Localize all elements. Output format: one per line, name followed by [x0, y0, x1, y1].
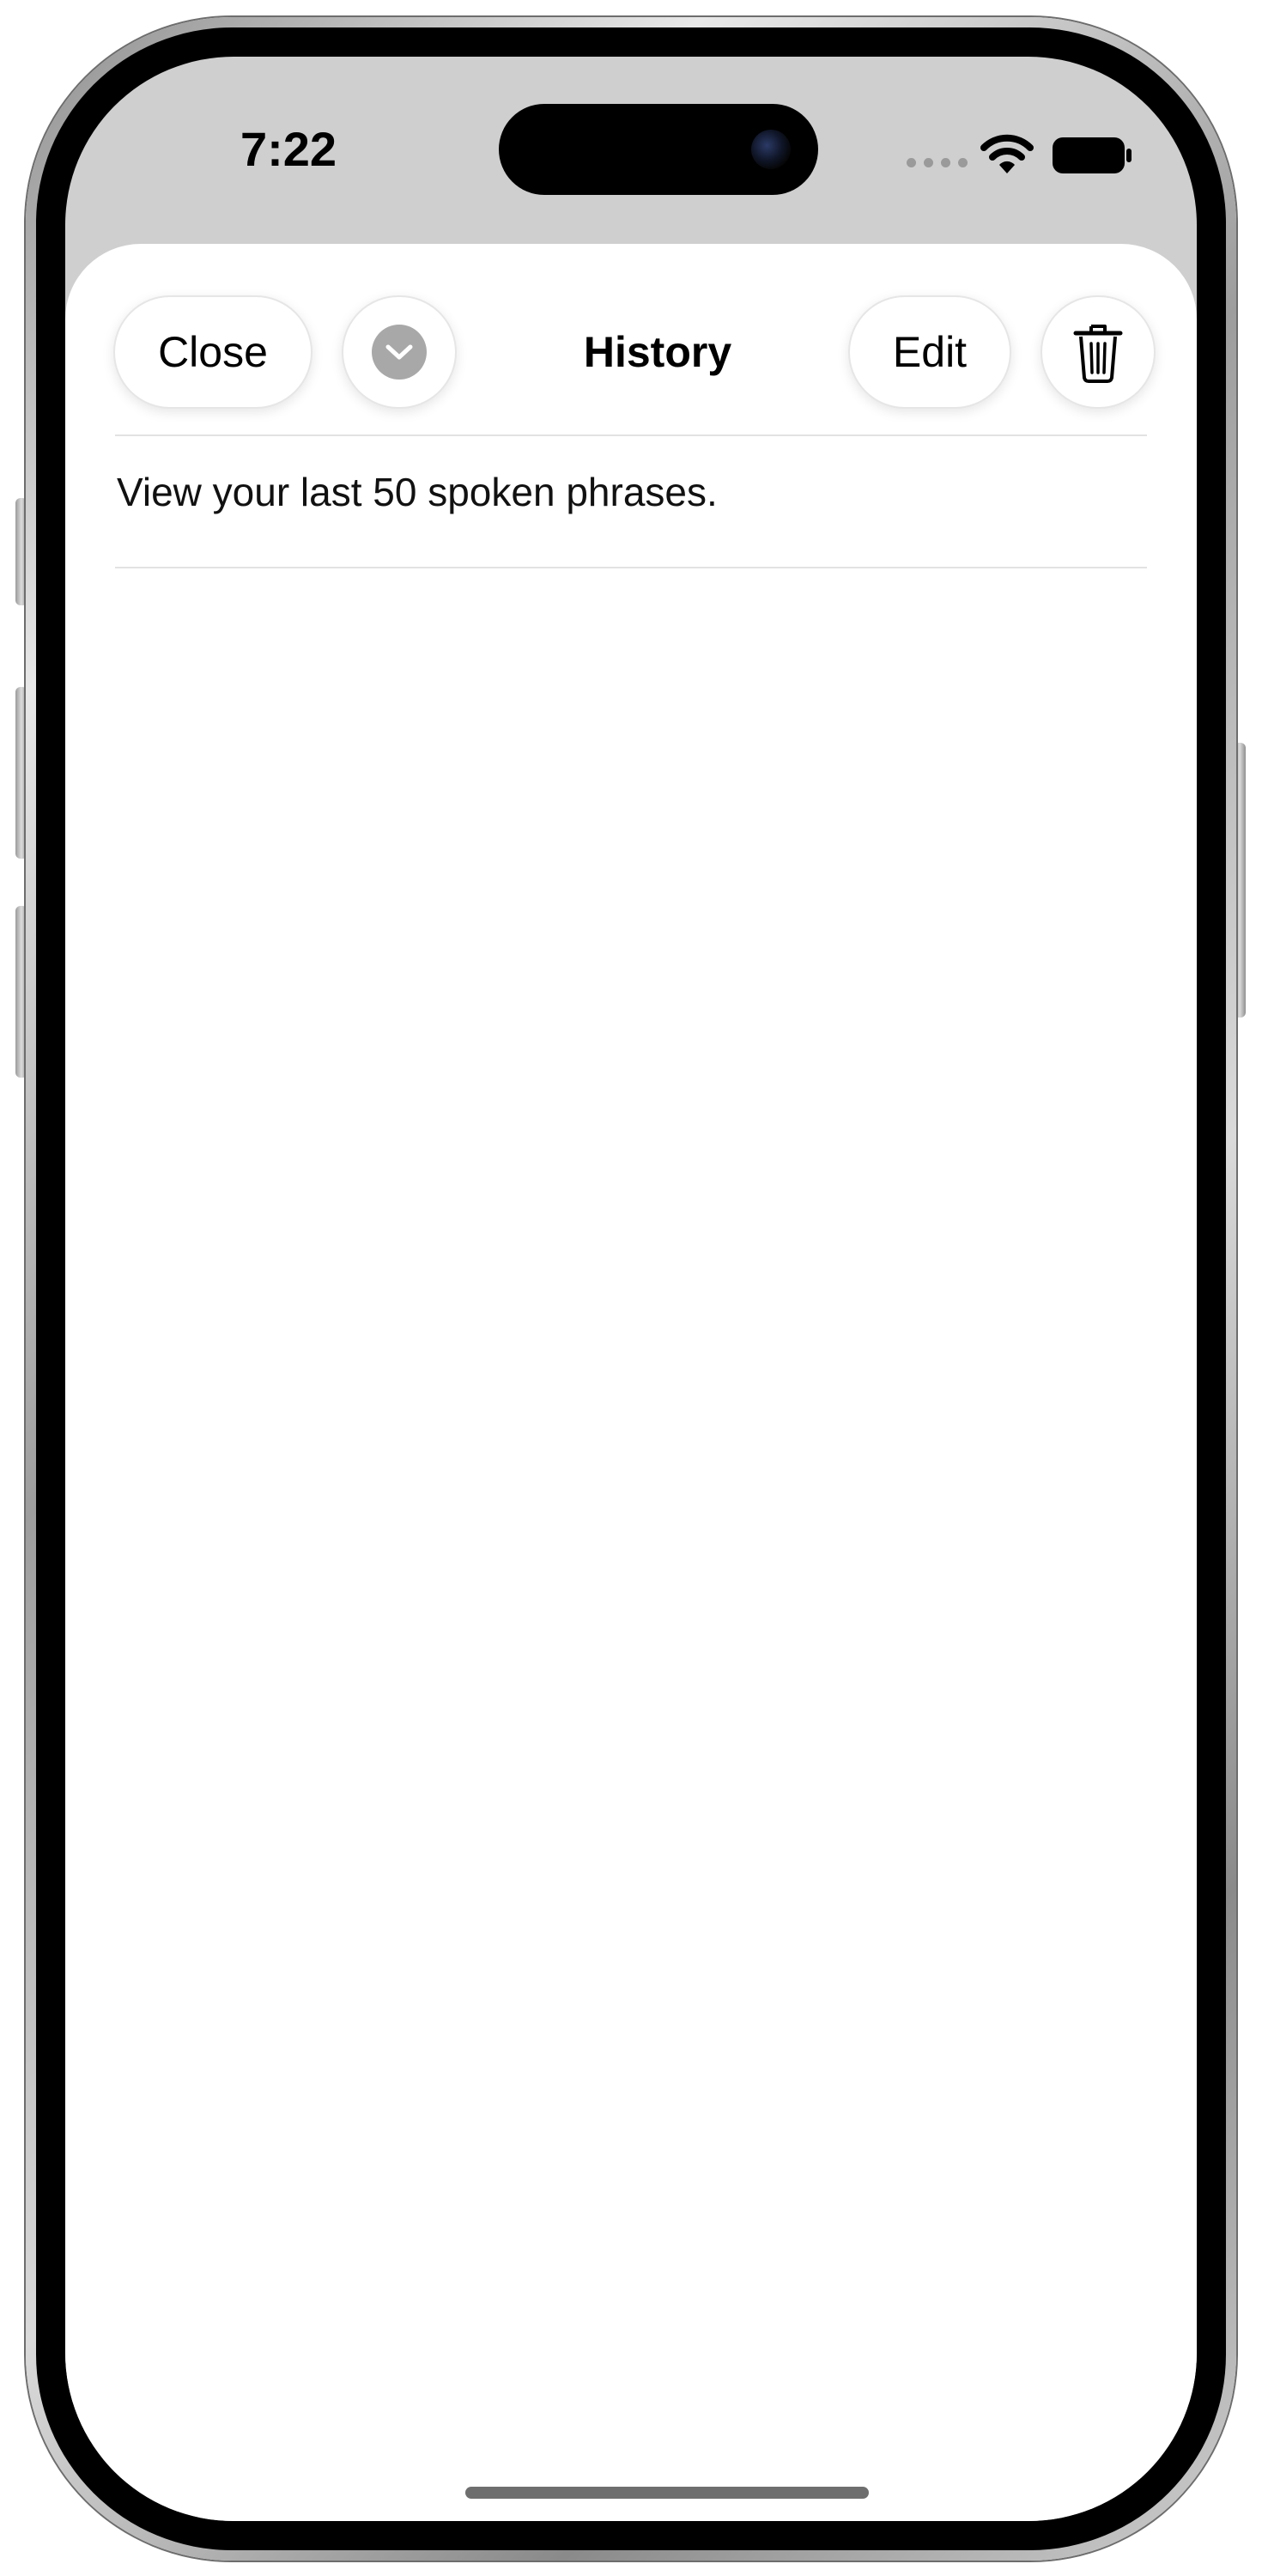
phone-screen: 7:22 Close History Edit View your last 5… [65, 57, 1197, 2521]
phone-frame: 7:22 Close History Edit View your last 5… [26, 17, 1236, 2561]
delete-all-button[interactable] [1041, 295, 1156, 409]
front-camera-icon [751, 130, 791, 169]
edit-button[interactable]: Edit [848, 295, 1011, 409]
header-divider [115, 434, 1147, 436]
collapse-button[interactable] [342, 295, 457, 409]
home-indicator[interactable] [465, 2487, 869, 2499]
history-sheet: Close History Edit View your last 50 spo… [65, 244, 1197, 2521]
phone-bezel: 7:22 Close History Edit View your last 5… [36, 27, 1226, 2550]
status-time: 7:22 [240, 122, 337, 176]
wifi-icon [980, 134, 1034, 173]
dynamic-island [499, 104, 818, 195]
history-list [115, 570, 1147, 2435]
page-title: History [583, 328, 732, 376]
cellular-signal-icon [907, 158, 968, 167]
battery-icon [1053, 137, 1132, 173]
chevron-down-icon [372, 325, 427, 380]
close-button[interactable]: Close [113, 295, 312, 409]
history-description: View your last 50 spoken phrases. [117, 470, 718, 514]
description-divider [115, 567, 1147, 568]
device-mockup: 7:22 Close History Edit View your last 5… [0, 0, 1262, 2576]
trash-icon [1073, 325, 1123, 383]
